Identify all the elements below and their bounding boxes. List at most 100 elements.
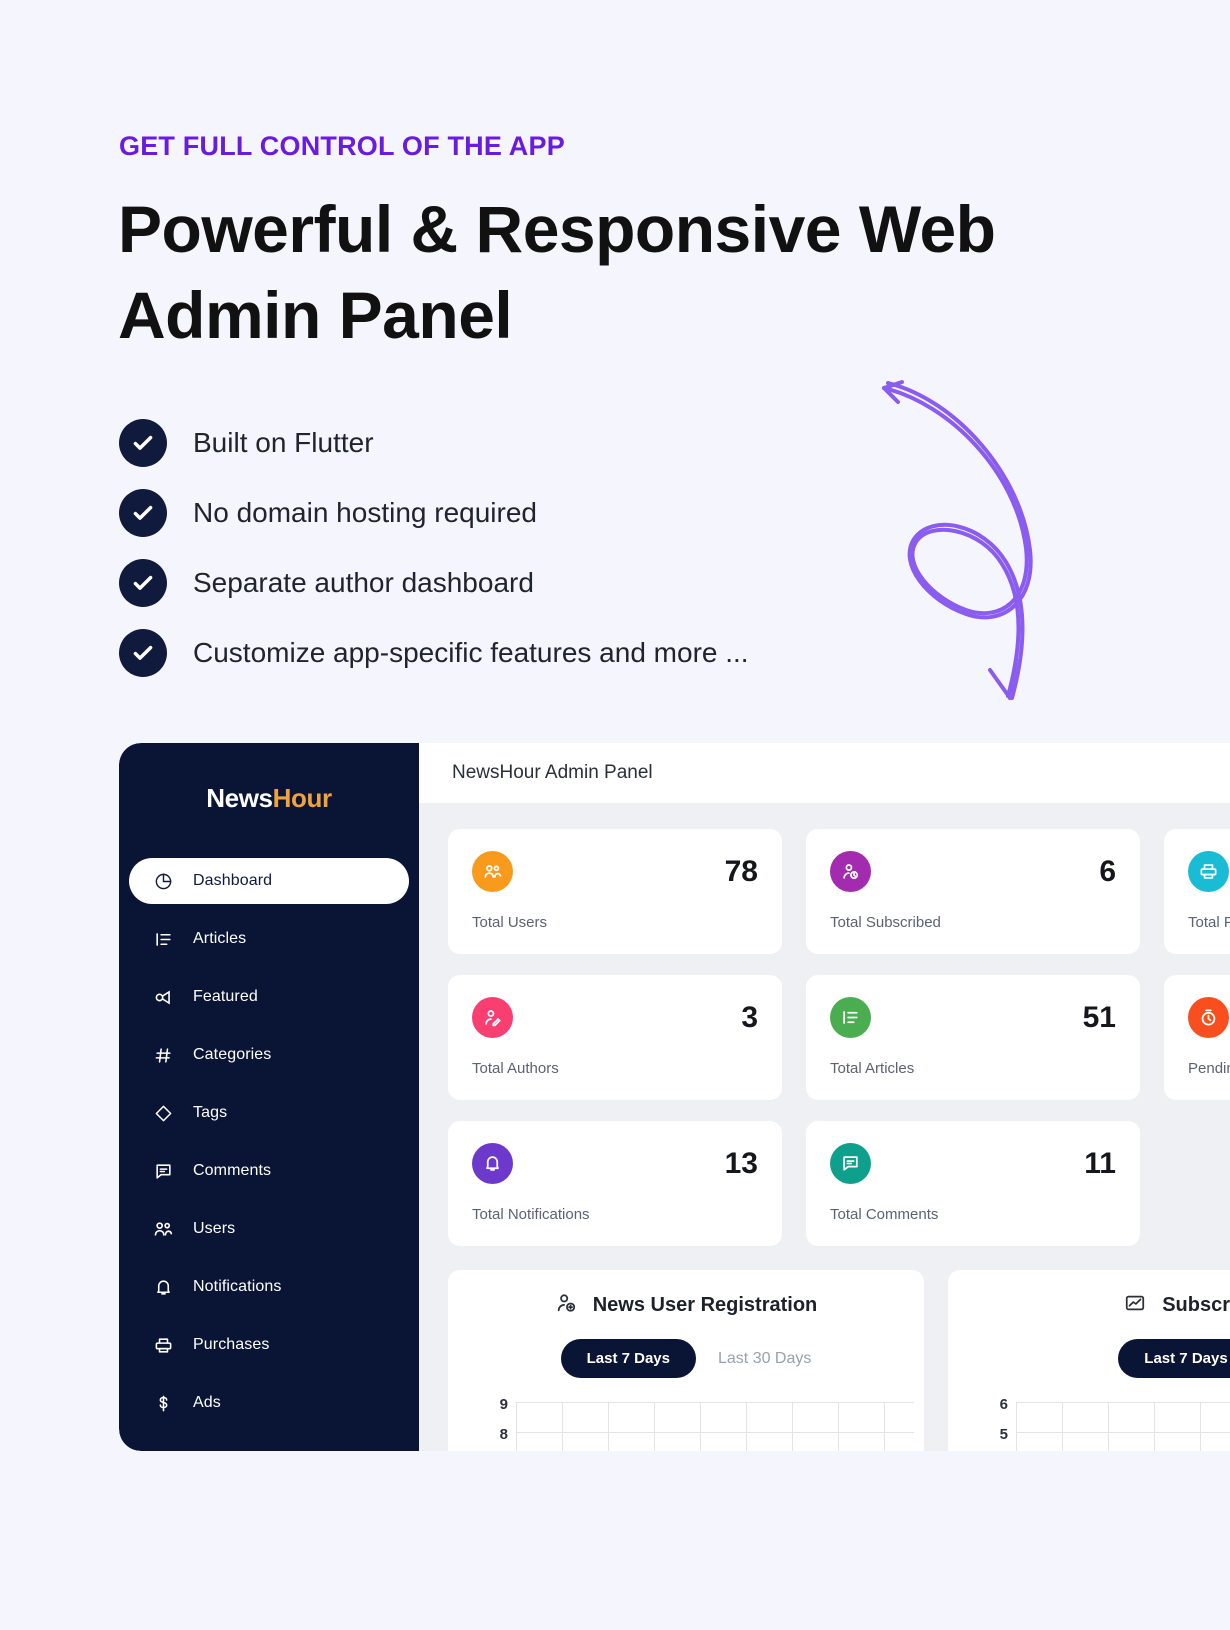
chart-y-axis: 6 5 [982, 1394, 1008, 1451]
stat-card-total-notifications[interactable]: 13 Total Notifications [448, 1121, 782, 1246]
stat-label: Total Notifications [472, 1206, 590, 1223]
sidebar-item-categories[interactable]: Categories [129, 1032, 409, 1078]
list-icon [830, 997, 871, 1038]
printer-icon [151, 1336, 175, 1355]
stat-card-header [1188, 851, 1230, 892]
sidebar-item-label: Dashboard [193, 872, 273, 889]
page-title: Powerful & Responsive Web Admin Panel [118, 192, 996, 353]
list-item: Customize app-specific features and more… [119, 618, 919, 688]
chart-gridlines [516, 1402, 914, 1451]
curved-arrow-icon [840, 352, 1040, 757]
sidebar-item-notifications[interactable]: Notifications [129, 1264, 409, 1310]
list-item: No domain hosting required [119, 478, 919, 548]
stat-value: 11 [1084, 1146, 1116, 1180]
stat-value: 13 [724, 1146, 758, 1180]
stat-card-header: 13 [472, 1143, 758, 1184]
timer-icon [1188, 997, 1229, 1038]
stat-value: 3 [741, 1000, 758, 1034]
chart-range-tabs: Last 7 Days [948, 1339, 1230, 1378]
pie-chart-icon [151, 872, 175, 891]
stat-card-total-subscribed[interactable]: 6 Total Subscribed [806, 829, 1140, 954]
list-item: Separate author dashboard [119, 548, 919, 618]
chart-title: Subscrip [1162, 1294, 1230, 1316]
hash-icon [151, 1046, 175, 1065]
sidebar-item-label: Users [193, 1220, 236, 1237]
users-icon [472, 851, 513, 892]
chart-card-subscription: Subscrip Last 7 Days 6 5 [948, 1270, 1230, 1451]
sidebar-item-dashboard[interactable]: Dashboard [129, 858, 409, 904]
chart-header: Subscrip [948, 1292, 1230, 1319]
stat-value: 6 [1099, 854, 1116, 888]
stat-label: Total Articles [830, 1060, 915, 1077]
eyebrow-text: GET FULL CONTROL OF THE APP [119, 131, 565, 161]
stat-card-header: 51 [830, 997, 1116, 1038]
stat-label: Pendin [1188, 1060, 1230, 1077]
user-add-icon [555, 1292, 577, 1319]
stat-label: Total P [1188, 914, 1230, 931]
users-icon [151, 1219, 175, 1239]
tab-last-7-days[interactable]: Last 7 Days [1118, 1339, 1230, 1378]
check-icon [119, 629, 167, 677]
panel-topbar: NewsHour Admin Panel [419, 743, 1230, 803]
stat-value: 78 [724, 854, 758, 888]
sidebar-item-ads[interactable]: Ads [129, 1380, 409, 1426]
tab-last-7-days[interactable]: Last 7 Days [560, 1339, 696, 1378]
stat-card-total-authors[interactable]: 3 Total Authors [448, 975, 782, 1100]
sidebar-item-label: Categories [193, 1046, 272, 1063]
user-pen-icon [472, 997, 513, 1038]
bell-icon [151, 1278, 175, 1297]
comment-icon [830, 1143, 871, 1184]
stat-card-total-articles[interactable]: 51 Total Articles [806, 975, 1140, 1100]
sidebar-item-users[interactable]: Users [129, 1206, 409, 1252]
sidebar-item-tags[interactable]: Tags [129, 1090, 409, 1136]
panel-content: NewsHour Admin Panel 78 Total Users 6 To… [419, 743, 1230, 1451]
sidebar-item-label: Comments [193, 1162, 272, 1179]
bell-icon [472, 1143, 513, 1184]
app-logo: NewsHour [119, 783, 419, 814]
stat-card-grid: 78 Total Users 6 Total Subscribed Total … [419, 803, 1230, 1246]
stat-card-total-users[interactable]: 78 Total Users [448, 829, 782, 954]
stat-card-total-comments[interactable]: 11 Total Comments [806, 1121, 1140, 1246]
sidebar-item-label: Ads [193, 1394, 221, 1411]
sidebar-item-label: Purchases [193, 1336, 270, 1353]
panel-title: NewsHour Admin Panel [452, 762, 653, 783]
stat-card-header: 11 [830, 1143, 1116, 1184]
y-tick-label: 9 [499, 1396, 508, 1413]
promo-page: GET FULL CONTROL OF THE APP Powerful & R… [0, 0, 1230, 1630]
tab-last-30-days[interactable]: Last 30 Days [718, 1350, 811, 1368]
chart-gridlines [1016, 1402, 1230, 1451]
list-item-label: Built on Flutter [193, 427, 374, 458]
list-item-label: Customize app-specific features and more… [193, 637, 749, 668]
logo-text-primary: News [206, 783, 273, 813]
tag-icon [151, 1104, 175, 1123]
admin-panel-screenshot: NewsHour Dashboard Articles Featured Cat… [119, 743, 1230, 1451]
sidebar-nav: Dashboard Articles Featured Categories T… [119, 858, 419, 1426]
check-icon [119, 489, 167, 537]
chart-card-news-user-registration: News User Registration Last 7 Days Last … [448, 1270, 924, 1451]
line-chart-icon [1124, 1292, 1146, 1319]
stat-card-header: 78 [472, 851, 758, 892]
comment-icon [151, 1162, 175, 1181]
sidebar-item-label: Featured [193, 988, 258, 1005]
stat-card-header [1188, 997, 1230, 1038]
sidebar-item-featured[interactable]: Featured [129, 974, 409, 1020]
y-tick-label: 6 [999, 1396, 1008, 1413]
stat-value: 51 [1082, 1000, 1116, 1034]
sidebar-item-articles[interactable]: Articles [129, 916, 409, 962]
check-icon [119, 419, 167, 467]
sidebar-item-label: Notifications [193, 1278, 282, 1295]
stat-label: Total Authors [472, 1060, 559, 1077]
sidebar-item-comments[interactable]: Comments [129, 1148, 409, 1194]
logo-text-accent: Hour [272, 783, 332, 813]
chart-range-tabs: Last 7 Days Last 30 Days [448, 1339, 924, 1378]
sidebar: NewsHour Dashboard Articles Featured Cat… [119, 743, 419, 1451]
chart-plot-area: 6 5 [982, 1396, 1230, 1451]
megaphone-icon [151, 988, 175, 1007]
chart-header: News User Registration [448, 1292, 924, 1319]
stat-card-total-purchases[interactable]: Total P [1164, 829, 1230, 954]
dollar-icon [151, 1394, 175, 1413]
sidebar-item-purchases[interactable]: Purchases [129, 1322, 409, 1368]
stat-card-pending[interactable]: Pendin [1164, 975, 1230, 1100]
list-item-label: Separate author dashboard [193, 567, 534, 598]
chart-plot-area: 9 8 [482, 1396, 924, 1451]
